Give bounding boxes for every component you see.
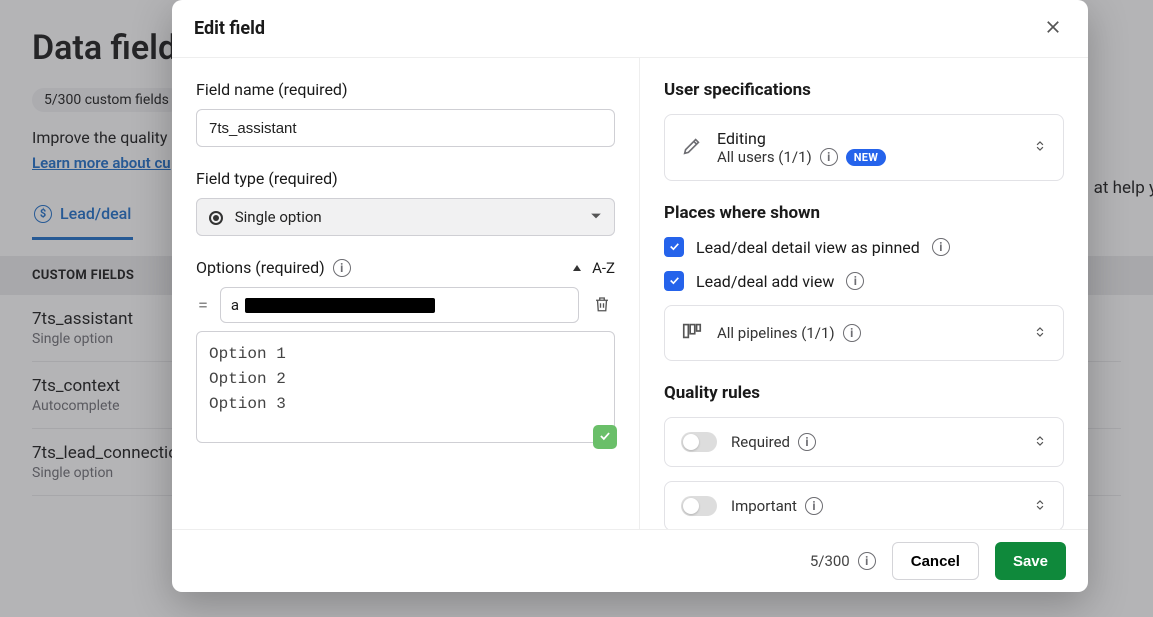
checkbox-row-addview: Lead/deal add view i [664,271,1064,291]
info-icon[interactable]: i [805,497,823,515]
delete-option-button[interactable] [589,291,615,320]
option-input-prefix: a [231,296,239,314]
pipelines-card[interactable]: All pipelines (1/1) i [664,305,1064,361]
expand-icon [1033,433,1047,452]
modal-header: Edit field [172,0,1088,58]
options-textarea[interactable] [196,331,615,443]
sort-label: A-Z [592,259,615,277]
places-shown-title: Places where shown [664,203,1064,223]
caret-down-icon [590,208,602,226]
info-icon[interactable]: i [846,272,864,290]
check-icon [668,238,681,257]
expand-icon [1033,324,1047,343]
user-spec-card[interactable]: Editing All users (1/1) i NEW [664,114,1064,181]
drag-handle-icon[interactable]: = [196,295,210,316]
quality-rules-title: Quality rules [664,383,1064,403]
required-label: Required [731,433,790,451]
info-icon[interactable]: i [843,324,861,342]
info-icon[interactable]: i [858,552,876,570]
close-icon [1044,24,1062,39]
left-column: Field name (required) Field type (requir… [172,58,640,529]
options-textarea-wrap [196,331,615,447]
field-type-label: Field type (required) [196,169,615,188]
modal-footer: 5/300 i Cancel Save [172,529,1088,592]
trash-icon [593,301,611,316]
radio-icon [209,211,223,225]
user-specifications-title: User specifications [664,80,1064,100]
right-column: User specifications Editing All users (1… [640,58,1088,529]
footer-counter-text: 5/300 [810,552,850,570]
important-rule-card[interactable]: Important i [664,481,1064,529]
option-input[interactable]: a [220,287,579,323]
required-toggle[interactable] [681,432,717,452]
close-button[interactable] [1040,14,1066,43]
checkbox-detail-view[interactable] [664,237,684,257]
modal-body: Field name (required) Field type (requir… [172,58,1088,529]
info-icon[interactable]: i [333,259,351,277]
edit-field-modal: Edit field Field name (required) Field t… [172,0,1088,592]
checkbox-row-detail: Lead/deal detail view as pinned i [664,237,1064,257]
confirm-options-button[interactable] [593,425,617,449]
all-pipelines-text: All pipelines (1/1) [717,324,835,342]
sort-up-icon [572,259,582,277]
editing-label: Editing [717,129,1019,148]
redacted-text [245,298,435,313]
field-name-label: Field name (required) [196,80,615,99]
all-users-text: All users (1/1) [717,148,812,166]
sort-az-button[interactable]: A-Z [572,259,615,277]
field-name-block: Field name (required) [196,80,615,147]
option-row: = a [196,287,615,323]
field-type-block: Field type (required) Single option [196,169,615,236]
field-type-value: Single option [235,208,322,226]
checkbox-label: Lead/deal detail view as pinned [696,238,920,257]
modal-title: Edit field [194,18,265,39]
cancel-button[interactable]: Cancel [892,542,979,580]
new-badge: NEW [846,149,886,166]
checkbox-add-view[interactable] [664,271,684,291]
save-button[interactable]: Save [995,542,1066,580]
pencil-icon [681,135,703,161]
info-icon[interactable]: i [820,148,838,166]
expand-icon [1033,497,1047,516]
info-icon[interactable]: i [932,238,950,256]
options-block: Options (required) i A-Z = a [196,258,615,447]
checkbox-label: Lead/deal add view [696,272,834,291]
check-icon [668,272,681,291]
field-type-select[interactable]: Single option [196,198,615,236]
footer-counter: 5/300 i [810,552,876,570]
important-label: Important [731,497,797,515]
expand-icon [1033,138,1047,157]
field-name-input[interactable] [196,109,615,147]
important-toggle[interactable] [681,496,717,516]
options-label: Options (required) [196,258,325,277]
info-icon[interactable]: i [798,433,816,451]
required-rule-card[interactable]: Required i [664,417,1064,467]
check-icon [598,428,612,447]
pipeline-icon [681,320,703,346]
